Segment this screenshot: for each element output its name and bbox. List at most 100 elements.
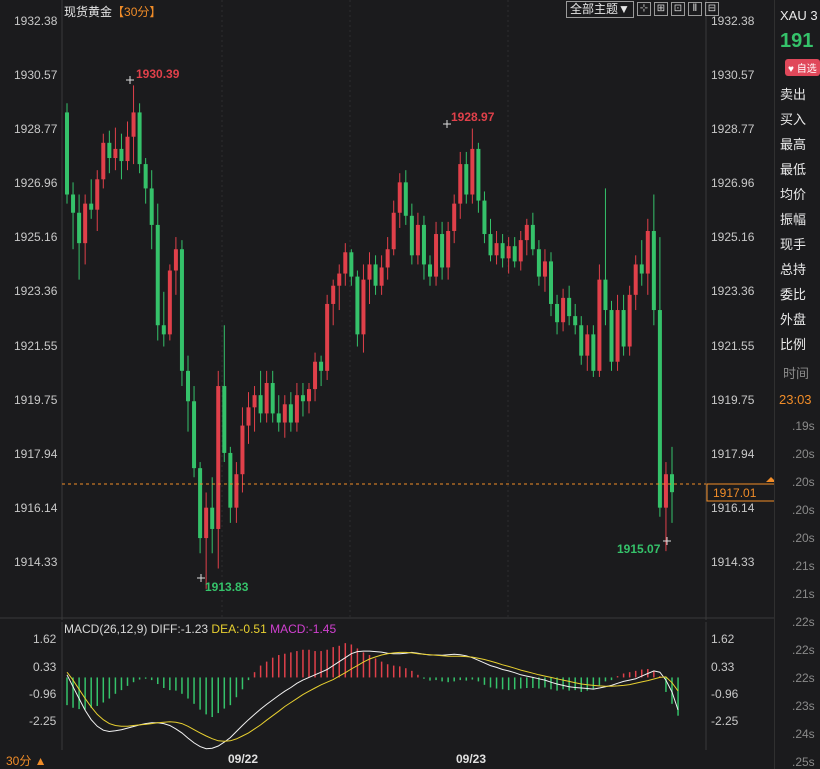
right-tick-5: 1923.36 bbox=[711, 284, 755, 298]
candle-body bbox=[512, 246, 517, 262]
candle-body bbox=[192, 401, 197, 469]
macd-dea-value: DEA:-0.51 bbox=[211, 622, 267, 636]
candle-body bbox=[173, 249, 178, 271]
candle-body bbox=[155, 224, 160, 326]
candle-body bbox=[149, 188, 154, 225]
crosshair-icon[interactable]: ⊹ bbox=[636, 2, 651, 16]
tick-time-0: .19s bbox=[792, 419, 815, 433]
sidebar-item-outer: 外盘 bbox=[780, 312, 807, 327]
annotation-high1: 1930.39 bbox=[136, 67, 180, 81]
candle-body bbox=[555, 303, 560, 323]
right-tick-10: 1914.33 bbox=[711, 555, 755, 569]
date-label-1: 09/23 bbox=[456, 752, 487, 766]
theme-dropdown-button[interactable]: 全部主题▼ bbox=[566, 0, 634, 18]
candle-body bbox=[216, 386, 221, 529]
zoom-out-icon[interactable]: ⊡ bbox=[670, 2, 685, 16]
right-tick-2: 1928.77 bbox=[711, 122, 755, 136]
sidebar-item-sell: 卖出 bbox=[780, 87, 807, 102]
candle-body bbox=[258, 395, 263, 414]
candle-body bbox=[639, 264, 644, 274]
symbol-code: XAU 3 bbox=[780, 8, 818, 23]
candle-body bbox=[119, 148, 124, 162]
candle-body bbox=[470, 148, 475, 195]
candle-body bbox=[294, 395, 299, 423]
macd-right-tick-1: 0.33 bbox=[711, 660, 735, 674]
right-tick-0: 1932.38 bbox=[711, 14, 755, 28]
macd-left-tick-3: -2.25 bbox=[29, 714, 57, 728]
candle-body bbox=[361, 279, 366, 335]
candle-body bbox=[210, 507, 215, 529]
right-tick-1: 1930.57 bbox=[711, 68, 755, 82]
candle-body bbox=[137, 112, 142, 165]
zoom-in-icon[interactable]: ⊞ bbox=[653, 2, 668, 16]
candle-body bbox=[421, 224, 426, 265]
candle-body bbox=[65, 112, 69, 195]
candle-body bbox=[434, 234, 439, 277]
candle-body bbox=[476, 148, 481, 201]
candle-body bbox=[428, 264, 432, 277]
candle bbox=[137, 103, 142, 174]
tick-time-5: .21s bbox=[792, 559, 815, 573]
candle-body bbox=[313, 361, 318, 390]
candle-body bbox=[113, 148, 118, 159]
candle-body bbox=[542, 261, 547, 277]
macd-left-tick-0: 1.62 bbox=[33, 632, 57, 646]
candle bbox=[627, 285, 632, 356]
candle-body bbox=[615, 310, 620, 362]
candle-body bbox=[518, 240, 523, 262]
time-header: 时间 bbox=[783, 366, 810, 381]
tick-time-8: .22s bbox=[792, 643, 815, 657]
candle-body bbox=[597, 279, 602, 371]
watchlist-badge[interactable]: ♥ 自选 bbox=[785, 59, 820, 76]
candle-body bbox=[645, 230, 650, 274]
candle bbox=[179, 240, 184, 387]
candle-body bbox=[307, 389, 311, 402]
sidebar-item-order-ratio: 委比 bbox=[780, 287, 807, 302]
tick-time-2: .20s bbox=[792, 475, 815, 489]
candle-body bbox=[89, 203, 94, 210]
candle-body bbox=[549, 261, 553, 304]
sidebar-item-amplitude: 振幅 bbox=[780, 212, 807, 227]
right-tick-8: 1917.94 bbox=[711, 447, 755, 461]
left-tick-7: 1919.75 bbox=[14, 393, 58, 407]
tick-time-7: .22s bbox=[792, 615, 815, 629]
candle-body bbox=[331, 285, 336, 304]
candle-body bbox=[276, 413, 281, 423]
candle-body bbox=[585, 334, 590, 356]
left-tick-8: 1917.94 bbox=[14, 447, 58, 461]
candle-body bbox=[567, 297, 572, 317]
candle bbox=[325, 294, 330, 380]
right-tick-7: 1919.75 bbox=[711, 393, 755, 407]
candle-body bbox=[464, 164, 469, 195]
period-switch-button[interactable]: 30分 ▲ bbox=[6, 752, 47, 769]
annotation-low2: 1915.07 bbox=[617, 542, 661, 556]
chart-background bbox=[0, 0, 820, 769]
kline-chart[interactable] bbox=[0, 0, 820, 769]
right-tick-3: 1926.96 bbox=[711, 176, 755, 190]
period-label[interactable]: 【30分】 bbox=[112, 5, 161, 19]
pause-icon[interactable]: Ⅱ bbox=[687, 2, 702, 16]
candle-body bbox=[95, 179, 100, 210]
left-tick-9: 1916.14 bbox=[14, 501, 58, 515]
left-tick-1: 1930.57 bbox=[14, 68, 58, 82]
tick-time-9: .22s bbox=[792, 671, 815, 685]
candle-body bbox=[506, 246, 511, 259]
right-tick-9: 1916.14 bbox=[711, 501, 755, 515]
candle bbox=[65, 103, 69, 204]
candle-body bbox=[500, 243, 505, 259]
candle-body bbox=[403, 182, 408, 216]
annotation-low1: 1913.83 bbox=[205, 580, 249, 594]
tick-time-10: .23s bbox=[792, 699, 815, 713]
candle-body bbox=[385, 249, 390, 268]
candle-body bbox=[663, 474, 668, 508]
candle-body bbox=[391, 212, 396, 250]
macd-diff-value: DIFF:-1.23 bbox=[150, 622, 209, 636]
left-tick-3: 1926.96 bbox=[14, 176, 58, 190]
left-tick-5: 1923.36 bbox=[14, 284, 58, 298]
candle-body bbox=[167, 270, 172, 335]
candle-body bbox=[107, 142, 112, 159]
macd-value: MACD:-1.45 bbox=[270, 622, 337, 636]
candle-body bbox=[343, 252, 348, 274]
candle-body bbox=[415, 224, 420, 256]
candle-body bbox=[228, 452, 233, 508]
